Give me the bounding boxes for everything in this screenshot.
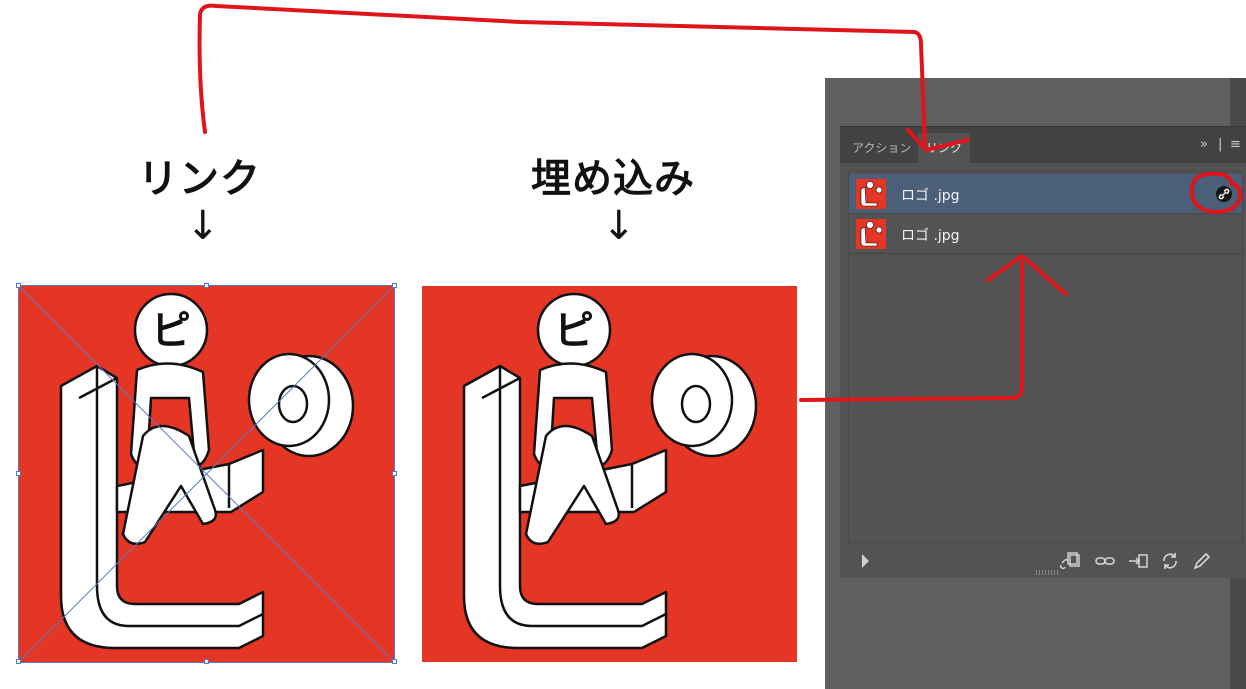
go-to-link-icon[interactable]	[1126, 549, 1150, 573]
tab-separator: |	[1218, 137, 1223, 152]
selection-handle-br[interactable]	[392, 659, 397, 664]
row-divider	[849, 253, 1242, 254]
relink-icon[interactable]	[1093, 549, 1117, 573]
selection-handle-tl[interactable]	[16, 283, 21, 288]
link-row[interactable]: ロゴ .jpg	[849, 214, 1242, 254]
selection-handle-ml[interactable]	[16, 471, 21, 476]
selection-handle-bc[interactable]	[204, 659, 209, 664]
selection-handle-bl[interactable]	[16, 659, 21, 664]
glyph-text: ピ	[151, 308, 191, 354]
selection-handle-mr[interactable]	[392, 471, 397, 476]
tab-actions[interactable]: アクション	[844, 133, 919, 163]
link-down-arrow: ↓	[186, 203, 220, 249]
edit-original-icon[interactable]	[1190, 549, 1214, 573]
links-panel: アクション リンク » | ≡ ロゴ .jpg ロゴ .jpg	[840, 126, 1246, 578]
panel-menu-icon[interactable]: ≡	[1230, 137, 1241, 152]
panel-resize-grip[interactable]	[1036, 570, 1058, 575]
link-path-annotation	[197, 3, 927, 148]
embedded-artwork-drawing: ピ	[462, 292, 758, 650]
expand-panel-icon[interactable]: »	[1200, 137, 1208, 152]
glyph-text: ピ	[554, 308, 594, 354]
linked-artwork[interactable]: ピ	[19, 286, 394, 662]
selection-handle-tr[interactable]	[392, 283, 397, 288]
panel-tabbar: アクション リンク » | ≡	[840, 127, 1246, 163]
expand-triangle-icon[interactable]	[856, 549, 880, 573]
relink-from-library-icon[interactable]	[1058, 549, 1082, 573]
selection-handle-tc[interactable]	[204, 283, 209, 288]
embedded-artwork[interactable]: ピ	[422, 286, 797, 662]
update-link-icon[interactable]	[1158, 549, 1182, 573]
linked-artwork-drawing: ピ	[19, 286, 394, 662]
embed-down-arrow: ↓	[602, 203, 636, 249]
links-list: ロゴ .jpg ロゴ .jpg	[848, 171, 1243, 543]
link-icon	[1216, 186, 1232, 202]
link-thumbnail	[856, 219, 886, 249]
link-name: ロゴ .jpg	[901, 188, 960, 204]
link-row[interactable]: ロゴ .jpg	[849, 174, 1242, 214]
link-name: ロゴ .jpg	[901, 228, 960, 244]
tab-links[interactable]: リンク	[918, 133, 971, 163]
embed-heading: 埋め込み	[531, 156, 695, 202]
link-thumbnail	[856, 179, 886, 209]
link-heading: リンク	[138, 156, 261, 202]
